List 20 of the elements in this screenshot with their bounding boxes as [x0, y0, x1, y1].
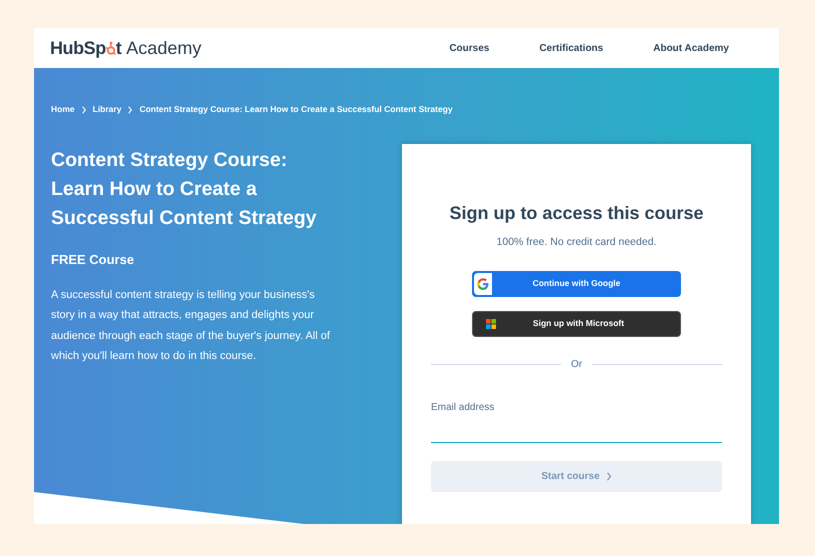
chevron-right-icon: [606, 472, 612, 481]
windows-logo-icon: [486, 318, 496, 329]
hubspot-academy-logo[interactable]: HubSp t Academy: [50, 34, 202, 62]
course-title: Content Strategy Course: Learn How to Create a Successful Content Strategy: [51, 148, 318, 231]
course-description: A successful content strategy is telling your business's story in a way that attracts, engages and delights your audience through each stage of the buyer's journey. All of which you'll learn how to do in this course.: [51, 288, 331, 364]
nav-link[interactable]: Certifications: [539, 40, 604, 56]
sprocket-icon: [104, 40, 116, 56]
microsoft-signin-button[interactable]: Sign up with Microsoft: [472, 310, 681, 337]
nav-link[interactable]: Courses: [449, 40, 490, 56]
signup-subtitle: 100% free. No credit card needed.: [496, 235, 656, 250]
chevron-right-icon: [80, 106, 87, 114]
signup-title: Sign up to access this course: [449, 202, 704, 225]
nav-link[interactable]: About Academy: [653, 40, 729, 56]
chevron-right-icon: [127, 106, 134, 114]
or-divider-text: Or: [570, 358, 582, 372]
free-course-label: FREE Course: [51, 251, 136, 269]
email-label: Email address: [431, 400, 494, 415]
google-signin-button[interactable]: Continue with Google: [472, 270, 681, 297]
google-g-icon: [477, 278, 489, 290]
breadcrumb-link[interactable]: Home: [51, 103, 75, 116]
